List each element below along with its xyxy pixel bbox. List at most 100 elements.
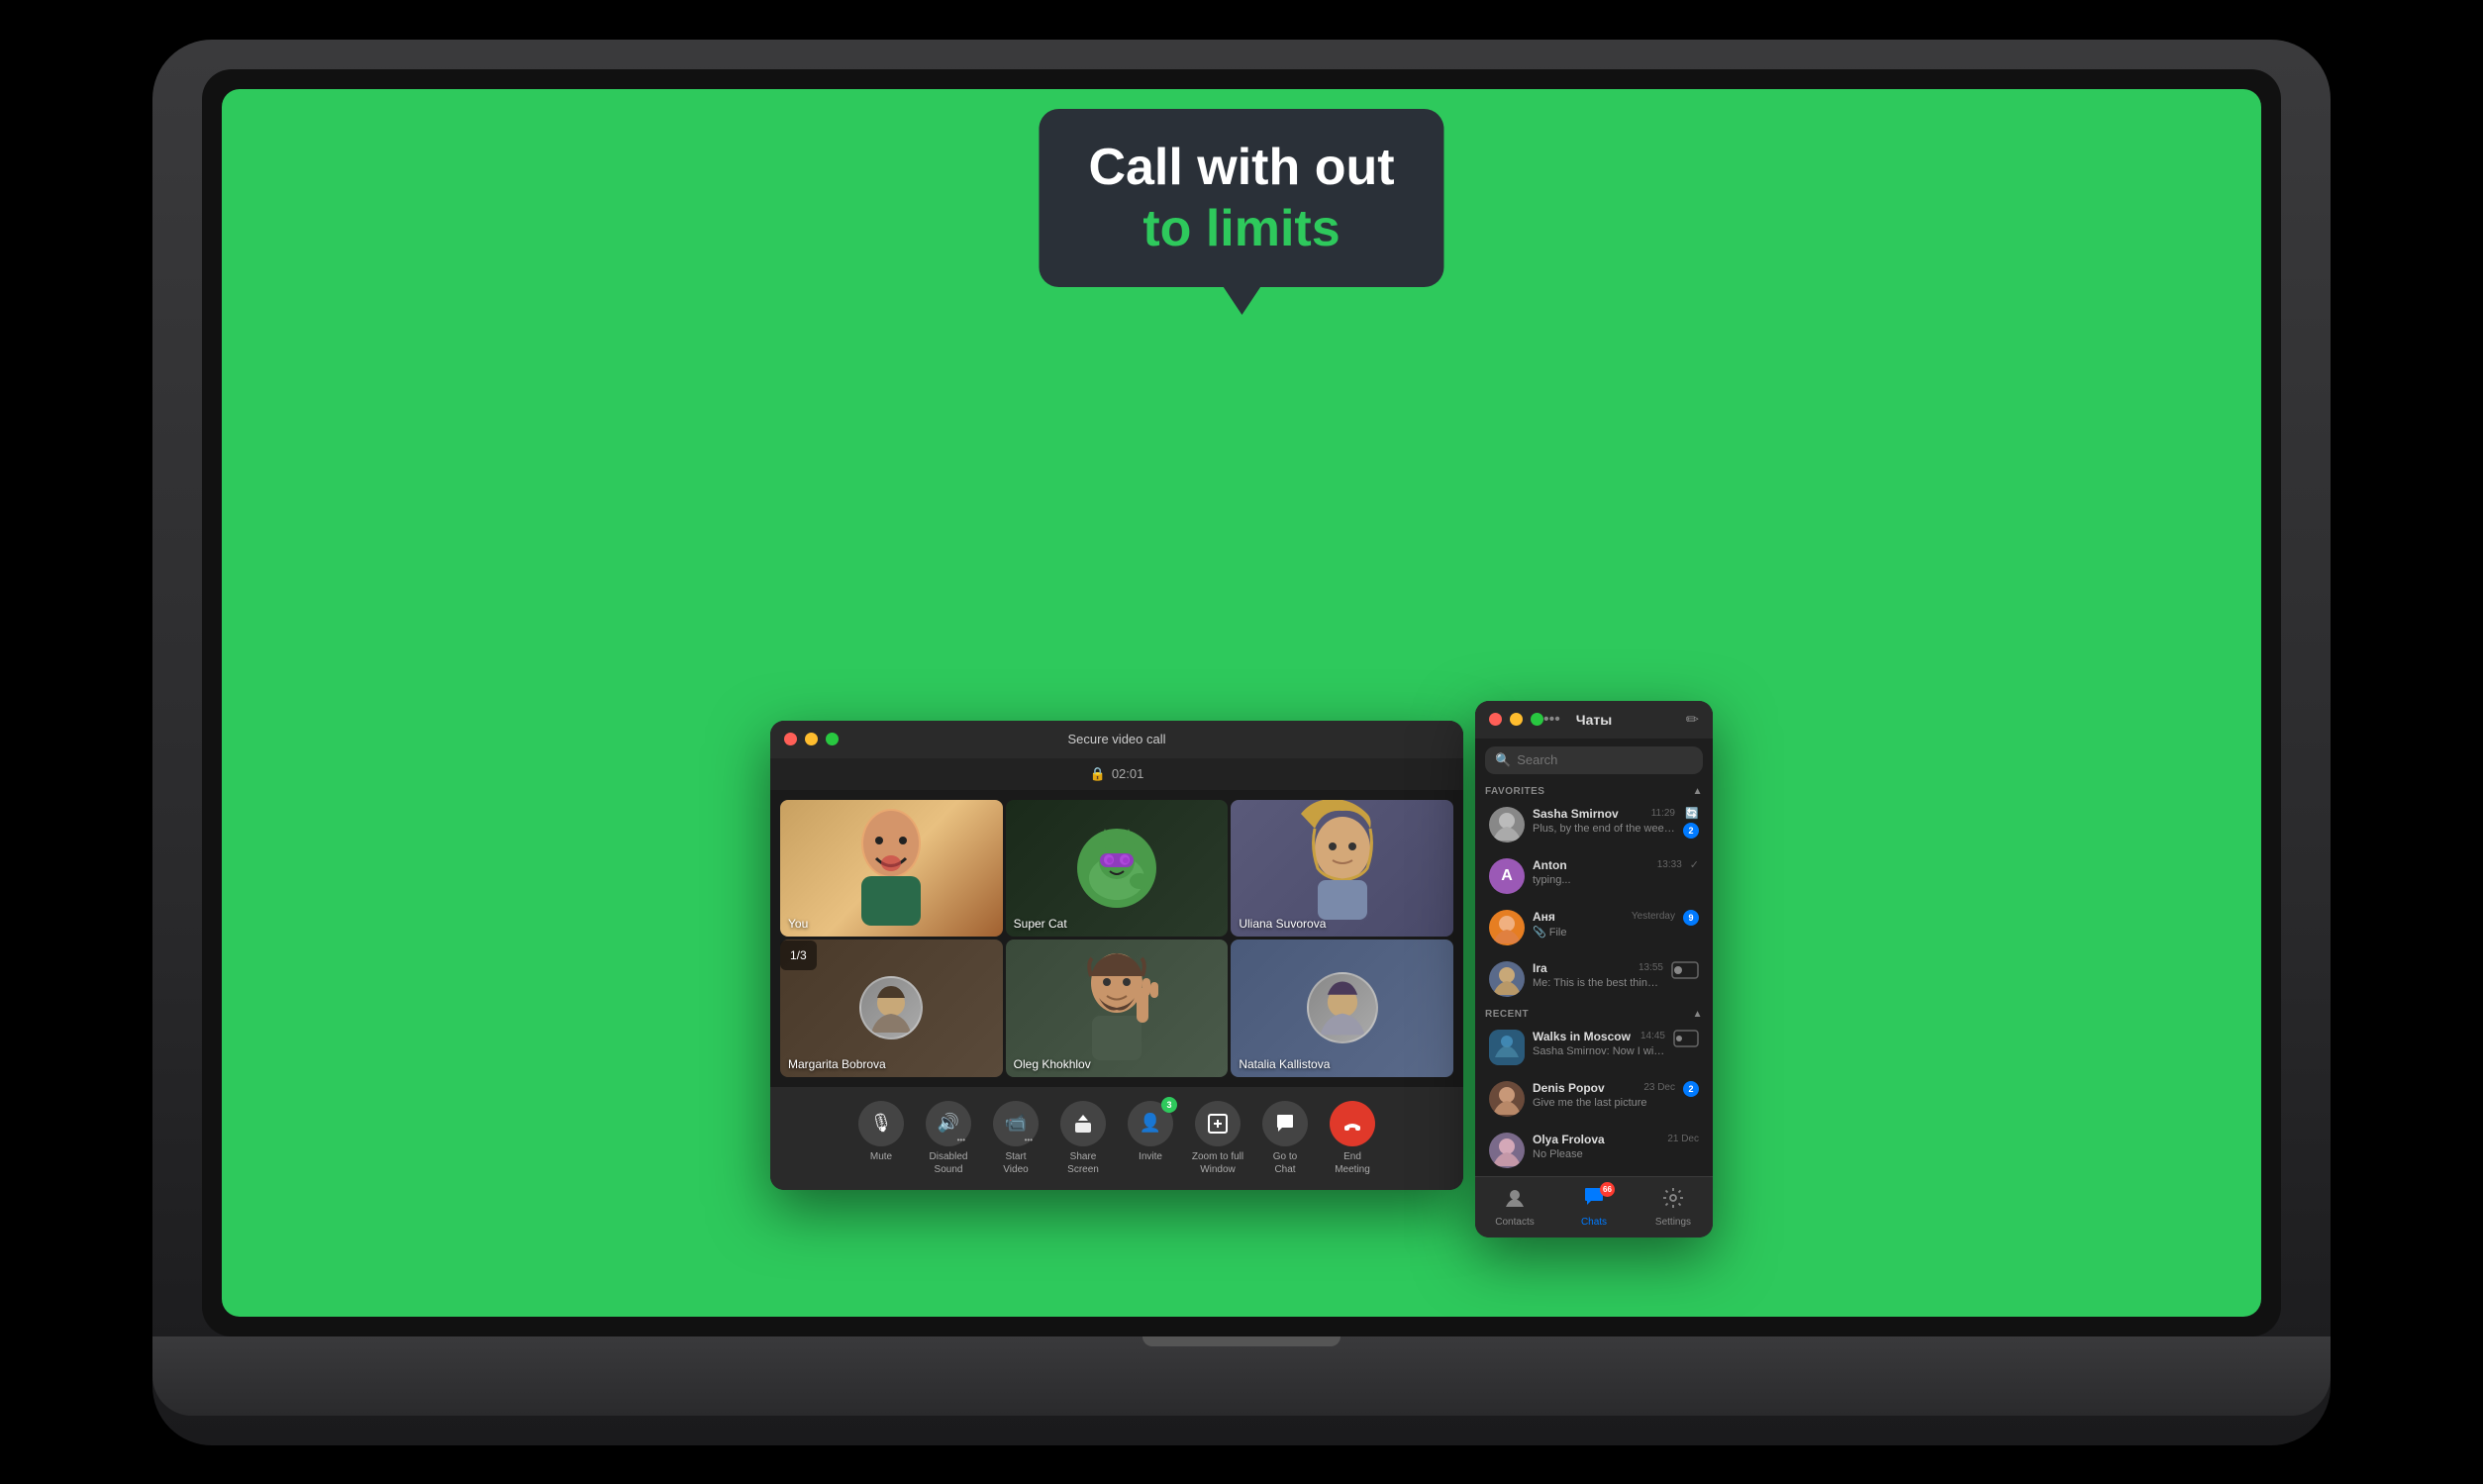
ira-time: 13:55 bbox=[1639, 962, 1663, 973]
invite-badge: 3 bbox=[1161, 1097, 1177, 1113]
ira-avatar bbox=[1489, 961, 1525, 997]
mute-label: Mute bbox=[870, 1150, 892, 1163]
chat-bottom-nav: Contacts 66 Chats bbox=[1475, 1176, 1713, 1237]
invite-button[interactable]: 👤 3 Invite bbox=[1121, 1101, 1180, 1176]
ira-preview: Me: This is the best thing I've seen in … bbox=[1533, 977, 1663, 989]
chat-item-sasha[interactable]: Sasha Smirnov 11:29 Plus, by the end of … bbox=[1479, 799, 1709, 850]
window-title: Secure video call bbox=[1068, 732, 1166, 746]
traffic-lights bbox=[784, 733, 839, 745]
lock-icon: 🔒 bbox=[1090, 766, 1106, 782]
mute-icon: 🎙 bbox=[858, 1101, 904, 1146]
olya-info: Olya Frolova 21 Dec No Please bbox=[1533, 1133, 1699, 1160]
nav-contacts[interactable]: Contacts bbox=[1475, 1183, 1554, 1232]
chat-item-ira[interactable]: Ira 13:55 Me: This is the best thing I'v… bbox=[1479, 953, 1709, 1005]
zoom-button[interactable]: Zoom to fullWindow bbox=[1188, 1101, 1247, 1176]
walks-avatar bbox=[1489, 1030, 1525, 1065]
recent-label: RECENT bbox=[1485, 1009, 1529, 1020]
anton-avatar-text: A bbox=[1501, 867, 1513, 885]
settings-label: Settings bbox=[1655, 1217, 1691, 1228]
close-button[interactable] bbox=[784, 733, 797, 745]
windows-container: Secure video call 🔒 02:01 bbox=[770, 721, 1713, 1257]
denis-name-row: Denis Popov 23 Dec bbox=[1533, 1081, 1675, 1095]
walks-preview: Sasha Smirnov: Now I will come to you bbox=[1533, 1045, 1665, 1057]
video-titlebar: Secure video call bbox=[770, 721, 1463, 758]
minimize-button[interactable] bbox=[805, 733, 818, 745]
video-grid: You bbox=[770, 790, 1463, 1087]
end-meeting-button[interactable]: EndMeeting bbox=[1323, 1101, 1382, 1176]
denis-info: Denis Popov 23 Dec Give me the last pict… bbox=[1533, 1081, 1675, 1109]
recent-header: RECENT ▲ bbox=[1475, 1005, 1713, 1022]
ira-info: Ira 13:55 Me: This is the best thing I'v… bbox=[1533, 961, 1663, 989]
anya-time: Yesterday bbox=[1632, 911, 1675, 922]
video-call-window: Secure video call 🔒 02:01 bbox=[770, 721, 1463, 1190]
chat-titlebar: ••• Чаты ✏ bbox=[1475, 701, 1713, 739]
zoom-icon bbox=[1195, 1101, 1241, 1146]
sasha-avatar bbox=[1489, 807, 1525, 842]
anton-name: Anton bbox=[1533, 858, 1567, 872]
sound-button[interactable]: 🔊 ••• DisabledSound bbox=[919, 1101, 978, 1176]
favorites-list: Sasha Smirnov 11:29 Plus, by the end of … bbox=[1475, 799, 1713, 1005]
margarita-avatar bbox=[859, 976, 923, 1039]
ira-name: Ira bbox=[1533, 961, 1547, 975]
end-icon bbox=[1330, 1101, 1375, 1146]
screen-content: Call with out to limits Secure video cal… bbox=[222, 89, 2261, 1317]
favorites-chevron: ▲ bbox=[1693, 786, 1703, 797]
olya-preview: No Please bbox=[1533, 1148, 1699, 1160]
denis-time: 23 Dec bbox=[1643, 1082, 1675, 1093]
video-cell-supercat: Super Cat bbox=[1006, 800, 1229, 938]
video-button[interactable]: 📹 ••• StartVideo bbox=[986, 1101, 1045, 1176]
chat-edit-button[interactable]: ✏ bbox=[1686, 710, 1699, 730]
nav-settings[interactable]: Settings bbox=[1634, 1183, 1713, 1232]
chats-badge: 66 bbox=[1600, 1182, 1615, 1197]
mute-button[interactable]: 🎙 Mute bbox=[851, 1101, 911, 1176]
sound-dots: ••• bbox=[957, 1136, 965, 1144]
video-label: StartVideo bbox=[1003, 1150, 1028, 1176]
anya-info: Аня Yesterday 📎 File bbox=[1533, 910, 1675, 939]
headline-line2: to limits bbox=[1088, 198, 1394, 259]
chat-minimize-button[interactable] bbox=[1510, 713, 1523, 726]
video-icon: 📹 ••• bbox=[993, 1101, 1039, 1146]
maximize-button[interactable] bbox=[826, 733, 839, 745]
chat-close-button[interactable] bbox=[1489, 713, 1502, 726]
call-timer-bar: 🔒 02:01 bbox=[770, 758, 1463, 790]
favorites-label: FAVORITES bbox=[1485, 786, 1544, 797]
denis-preview: Give me the last picture bbox=[1533, 1097, 1675, 1109]
nav-chats[interactable]: 66 Chats bbox=[1554, 1183, 1634, 1232]
walks-name: Walks in Moscow bbox=[1533, 1030, 1631, 1043]
sound-label: DisabledSound bbox=[930, 1150, 968, 1176]
denis-name: Denis Popov bbox=[1533, 1081, 1605, 1095]
anton-name-row: Anton 13:33 bbox=[1533, 858, 1682, 872]
share-icon bbox=[1060, 1101, 1106, 1146]
page-indicator[interactable]: 1/3 bbox=[780, 940, 817, 970]
search-input-wrap[interactable]: 🔍 bbox=[1485, 746, 1703, 774]
search-icon: 🔍 bbox=[1495, 752, 1511, 768]
natalia-label: Natalia Kallistova bbox=[1239, 1057, 1330, 1071]
go-to-chat-button[interactable]: Go toChat bbox=[1255, 1101, 1315, 1176]
olya-time: 21 Dec bbox=[1667, 1134, 1699, 1144]
anton-avatar: A bbox=[1489, 858, 1525, 894]
chat-item-walks[interactable]: Walks in Moscow 14:45 Sasha Smirnov: Now… bbox=[1479, 1022, 1709, 1073]
video-cell-oleg: Oleg Khokhlov bbox=[1006, 940, 1229, 1077]
chat-item-olya[interactable]: Olya Frolova 21 Dec No Please bbox=[1479, 1125, 1709, 1176]
anton-info: Anton 13:33 typing... bbox=[1533, 858, 1682, 886]
contacts-icon bbox=[1504, 1187, 1526, 1214]
olya-avatar bbox=[1489, 1133, 1525, 1168]
sasha-info: Sasha Smirnov 11:29 Plus, by the end of … bbox=[1533, 807, 1675, 835]
natalia-avatar bbox=[1307, 972, 1378, 1043]
anton-preview: typing... bbox=[1533, 874, 1682, 886]
anton-meta: ✓ bbox=[1690, 858, 1699, 871]
chat-item-denis[interactable]: Denis Popov 23 Dec Give me the last pict… bbox=[1479, 1073, 1709, 1125]
chat-item-anton[interactable]: A Anton 13:33 typing... ✓ bbox=[1479, 850, 1709, 902]
denis-avatar bbox=[1489, 1081, 1525, 1117]
chat-item-anya[interactable]: Аня Yesterday 📎 File 9 bbox=[1479, 902, 1709, 953]
go-to-chat-label: Go toChat bbox=[1273, 1150, 1297, 1176]
walks-info: Walks in Moscow 14:45 Sasha Smirnov: Now… bbox=[1533, 1030, 1665, 1057]
chat-more-button[interactable]: ••• bbox=[1543, 711, 1560, 729]
end-meeting-label: EndMeeting bbox=[1335, 1150, 1370, 1176]
search-input[interactable] bbox=[1517, 752, 1693, 767]
chat-maximize-button[interactable] bbox=[1531, 713, 1543, 726]
share-screen-button[interactable]: ShareScreen bbox=[1053, 1101, 1113, 1176]
anya-preview: 📎 File bbox=[1533, 926, 1675, 939]
olya-name: Olya Frolova bbox=[1533, 1133, 1605, 1146]
video-cell-you: You bbox=[780, 800, 1003, 938]
